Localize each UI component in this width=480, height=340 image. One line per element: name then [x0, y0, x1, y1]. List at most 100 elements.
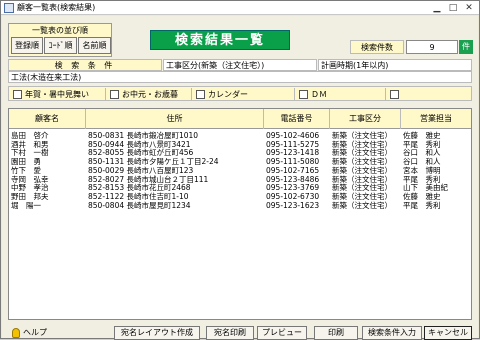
- result-count-value: 9: [406, 40, 458, 54]
- cell-customer-name: 島田 啓介: [11, 131, 49, 140]
- cell-address: 850-0804 長崎市屋見町1234: [88, 200, 191, 210]
- cell-address: 852-8027 長崎市城山台２丁目111: [88, 174, 209, 184]
- condition-construction-type: 工事区分(新築（注文住宅）): [163, 59, 317, 71]
- cell-address: 850-1131 長崎市夕陽ケ丘１丁目2-24: [88, 157, 219, 167]
- cell-construction-type: 新築（注文住宅）: [332, 148, 392, 158]
- column-phone[interactable]: 電話番号: [264, 109, 330, 129]
- table-header: 顧客名 住所 電話番号 工事区分 営業担当: [9, 109, 471, 129]
- cancel-button[interactable]: キャンセル: [424, 326, 472, 340]
- cell-sales-rep: 谷口 和人: [403, 157, 441, 167]
- customer-list-window: 顧客一覧表(検索結果) ▁ □ ✕ 一覧表の並び順 登録順 ｺｰﾄﾞ順 名前順 …: [0, 0, 480, 340]
- cell-phone: 095-123-1623: [266, 200, 320, 210]
- cell-sales-rep: 佐藤 雅史: [403, 191, 441, 201]
- sort-by-name-button[interactable]: 名前順: [78, 37, 111, 54]
- checkbox-icon[interactable]: [110, 90, 119, 99]
- cell-construction-type: 新築（注文住宅）: [332, 131, 392, 140]
- label-layout-button[interactable]: 宛名レイアウト作成: [114, 326, 200, 340]
- checkbox-icon[interactable]: [390, 90, 399, 99]
- cell-customer-name: 下村 一樹: [11, 148, 49, 158]
- cell-construction-type: 新築（注文住宅）: [332, 191, 392, 201]
- column-customer-name[interactable]: 顧客名: [9, 109, 86, 129]
- cell-construction-type: 新築（注文住宅）: [332, 165, 392, 175]
- cell-address: 852-1122 長崎市住吉町1-10: [88, 191, 189, 201]
- sort-order-group: 一覧表の並び順 登録順 ｺｰﾄﾞ順 名前順: [8, 23, 112, 57]
- checkbox-icon[interactable]: [299, 90, 308, 99]
- cell-sales-rep: 佐藤 雅史: [403, 131, 441, 140]
- table-row[interactable]: 酒井 和男 850-0944 長崎市八景町3421 095-111-5275 新築（注…: [9, 140, 471, 149]
- cell-sales-rep: 宮本 博明: [403, 165, 441, 175]
- cell-address: 852-8055 長崎市虹が丘町456: [88, 148, 194, 158]
- cell-phone: 095-123-1418: [266, 148, 320, 158]
- lightbulb-icon: [12, 328, 20, 338]
- sort-by-registration-button[interactable]: 登録順: [11, 37, 43, 54]
- cell-address: 850-0944 長崎市八景町3421: [88, 139, 191, 149]
- cell-phone: 095-102-4606: [266, 131, 320, 140]
- mailing-options-row: 年賀・暑中見舞い お中元・お歳暮 カレンダー ＤＭ: [8, 86, 472, 101]
- result-count-unit: 件: [459, 40, 473, 54]
- cell-customer-name: 寺岡 弘幸: [11, 174, 49, 184]
- close-icon[interactable]: ✕: [461, 2, 477, 14]
- cell-customer-name: 中野 孝治: [11, 183, 49, 193]
- cell-address: 850-0831 長崎市鍛冶屋町1010: [88, 131, 199, 140]
- checkbox-icon[interactable]: [196, 90, 205, 99]
- table-row[interactable]: 中野 孝治 852-8153 長崎市花丘町2468 095-123-3769 新築（注…: [9, 183, 471, 192]
- page-title: 検索結果一覧: [150, 30, 290, 50]
- cell-address: 852-8153 長崎市花丘町2468: [88, 183, 191, 193]
- help-button[interactable]: ヘルプ: [12, 326, 47, 340]
- condition-construction-method: 工法(木造在来工法): [8, 71, 472, 83]
- condition-plan-period: 計画時期(1年以内): [318, 59, 472, 71]
- column-sales-rep[interactable]: 営業担当: [401, 109, 471, 129]
- preview-button[interactable]: プレビュー: [257, 326, 307, 340]
- cell-customer-name: 堀 陽一: [11, 200, 41, 210]
- search-conditions-header: 検 索 条 件: [8, 59, 162, 71]
- cell-construction-type: 新築（注文住宅）: [332, 174, 392, 184]
- table-row[interactable]: 園田 勇 850-1131 長崎市夕陽ケ丘１丁目2-24 095-111-5080 新…: [9, 157, 471, 166]
- table-row[interactable]: 下村 一樹 852-8055 長崎市虹が丘町456 095-123-1418 新築（注…: [9, 148, 471, 157]
- table-row[interactable]: 島田 啓介 850-0831 長崎市鍛冶屋町1010 095-102-4606 新築（…: [9, 131, 471, 140]
- cell-sales-rep: 平尾 秀利: [403, 200, 441, 210]
- table-row[interactable]: 野田 邦夫 852-1122 長崎市住吉町1-10 095-102-6730 新築（注…: [9, 192, 471, 201]
- label-print-button[interactable]: 宛名印刷: [206, 326, 254, 340]
- checkbox-other[interactable]: [390, 89, 402, 100]
- sort-order-label: 一覧表の並び順: [32, 26, 88, 35]
- checkbox-dm[interactable]: ＤＭ: [299, 89, 327, 100]
- cell-phone: 095-123-8486: [266, 174, 320, 184]
- cell-customer-name: 野田 邦夫: [11, 191, 49, 201]
- cell-phone: 095-102-7165: [266, 165, 320, 175]
- cell-construction-type: 新築（注文住宅）: [332, 157, 392, 167]
- table-row[interactable]: 堀 陽一 850-0804 長崎市屋見町1234 095-123-1623 新築（注文…: [9, 201, 471, 210]
- cell-phone: 095-123-3769: [266, 183, 320, 193]
- checkbox-calendar[interactable]: カレンダー: [196, 89, 248, 100]
- cell-construction-type: 新築（注文住宅）: [332, 139, 392, 149]
- print-button[interactable]: 印刷: [314, 326, 358, 340]
- checkbox-icon[interactable]: [13, 90, 22, 99]
- cell-construction-type: 新築（注文住宅）: [332, 183, 392, 193]
- maximize-icon[interactable]: □: [445, 2, 461, 14]
- title-bar: 顧客一覧表(検索結果) ▁ □ ✕: [1, 1, 479, 15]
- cell-customer-name: 園田 勇: [11, 157, 41, 167]
- minimize-icon[interactable]: ▁: [429, 2, 445, 14]
- sort-by-code-button[interactable]: ｺｰﾄﾞ順: [44, 37, 77, 54]
- cell-phone: 095-111-5275: [266, 139, 320, 149]
- cell-sales-rep: 平尾 秀利: [403, 174, 441, 184]
- checkbox-new-year-cards[interactable]: 年賀・暑中見舞い: [13, 89, 89, 100]
- checkbox-gifts[interactable]: お中元・お歳暮: [110, 89, 178, 100]
- column-construction-type[interactable]: 工事区分: [330, 109, 401, 129]
- table-row[interactable]: 寺岡 弘幸 852-8027 長崎市城山台２丁目111 095-123-8486 新築…: [9, 175, 471, 184]
- cell-sales-rep: 谷口 和人: [403, 148, 441, 158]
- cell-phone: 095-111-5080: [266, 157, 320, 167]
- cell-sales-rep: 山下 美由紀: [403, 183, 448, 193]
- result-count-label: 検索件数: [350, 40, 404, 54]
- cell-sales-rep: 平尾 秀利: [403, 139, 441, 149]
- cell-construction-type: 新築（注文住宅）: [332, 200, 392, 210]
- cell-address: 850-0029 長崎市八百屋町123: [88, 165, 194, 175]
- cell-phone: 095-102-6730: [266, 191, 320, 201]
- search-conditions-button[interactable]: 検索条件入力: [362, 326, 422, 340]
- cell-customer-name: 酒井 和男: [11, 139, 49, 149]
- results-table: 顧客名 住所 電話番号 工事区分 営業担当 島田 啓介 850-0831 長崎市鍛…: [8, 108, 472, 320]
- column-address[interactable]: 住所: [86, 109, 264, 129]
- cell-customer-name: 竹下 愛: [11, 165, 41, 175]
- main-panel: 一覧表の並び順 登録順 ｺｰﾄﾞ順 名前順 検索結果一覧 検索件数 9 件 検 …: [2, 16, 478, 340]
- window-title: 顧客一覧表(検索結果): [17, 3, 96, 12]
- table-row[interactable]: 竹下 愛 850-0029 長崎市八百屋町123 095-102-7165 新築（注文…: [9, 166, 471, 175]
